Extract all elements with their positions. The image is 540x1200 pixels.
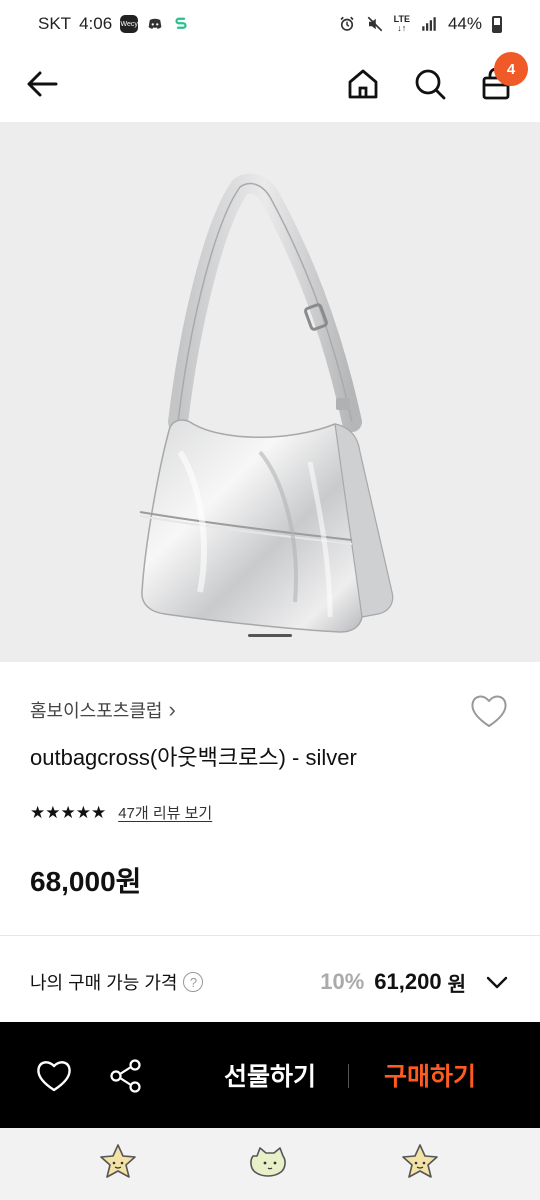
like-button[interactable] [34,1056,74,1096]
app-header: 4 [0,48,540,120]
my-price-label: 나의 구매 가능 가격 [30,973,178,993]
brand-name: 홈보이스포츠클럽 [30,701,163,721]
product-title: outbagcross(아웃백크로스) - silver [30,745,357,770]
share-button[interactable] [106,1056,146,1096]
buy-button[interactable]: 구매하기 [370,1052,490,1098]
final-price-unit: 원 [447,973,466,996]
rating-row: ★★★★★ 47개 리뷰 보기 [30,802,212,823]
bottom-nav [0,1128,540,1200]
divider [0,935,540,936]
help-icon[interactable]: ? [183,972,204,992]
status-right: LTE ↓↑ 44% [338,14,502,34]
clock: 4:06 [79,14,113,33]
back-arrow-icon [27,71,58,97]
back-button[interactable] [18,60,66,108]
mute-icon [367,16,382,32]
star-mascot-icon [402,1144,438,1178]
chevron-down-icon[interactable] [484,969,510,995]
battery-percent: 44% [447,14,482,33]
home-button[interactable] [339,60,387,108]
signal-icon [422,17,436,31]
silver-bag-image [139,173,394,633]
home-icon [348,69,378,99]
product-image[interactable] [0,122,540,662]
wishlist-button[interactable] [468,690,510,732]
star-rating: ★★★★★ [30,802,107,822]
reviews-link[interactable]: 47개 리뷰 보기 [118,802,212,823]
chevron-right-icon: › [168,697,176,722]
final-price: 61,200 [374,969,442,994]
my-price-values: 10% 61,200 원 [320,968,510,997]
search-button[interactable] [406,60,454,108]
nav-item-cat[interactable] [250,1142,290,1182]
discord-icon [148,18,162,29]
my-price-row[interactable]: 나의 구매 가능 가격 ? 10% 61,200 원 [0,952,540,1012]
discount-rate: 10% [320,969,365,994]
heart-outline-icon [471,695,507,727]
search-icon [415,69,446,100]
purchase-action-bar: 선물하기 구매하기 [0,1022,540,1128]
gift-button[interactable]: 선물하기 [210,1052,330,1098]
nav-item-star-right[interactable] [400,1142,440,1182]
image-page-indicator [248,634,292,637]
wecy-app-icon: Wecy [120,15,139,33]
status-left: SKT 4:06 Wecy [38,14,190,34]
network-indicator: LTE ↓↑ [394,15,410,33]
product-price: 68,000원 [30,866,142,897]
cart-count-badge: 4 [494,52,528,86]
data-arrows-icon: ↓↑ [397,23,407,33]
heart-icon [37,1061,71,1092]
alarm-icon [340,16,354,31]
carrier: SKT [38,14,72,33]
my-price-label-group: 나의 구매 가능 가격 ? [30,969,204,995]
action-separator [348,1064,349,1088]
nav-item-star-left[interactable] [98,1142,138,1182]
status-bar: SKT 4:06 Wecy LTE ↓↑ 44% [0,0,540,48]
share-icon [110,1059,141,1093]
s-app-icon [175,17,187,29]
brand-link[interactable]: 홈보이스포츠클럽 › [30,697,176,723]
battery-icon [492,15,502,33]
star-mascot-icon [100,1144,136,1178]
cart-button[interactable]: 4 [472,52,528,108]
cat-mascot-icon [250,1147,286,1177]
